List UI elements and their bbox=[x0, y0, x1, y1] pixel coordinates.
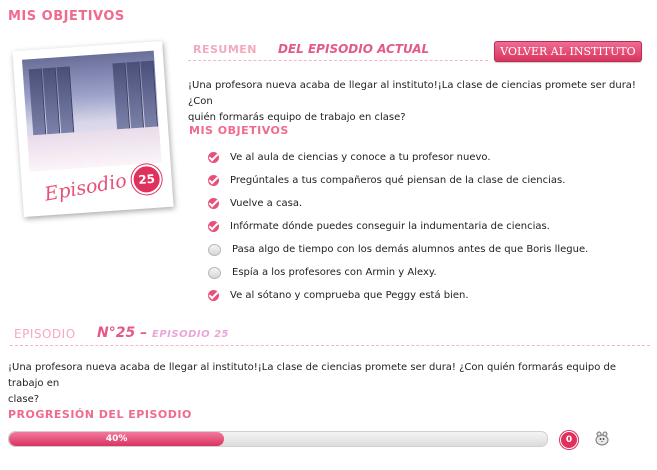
episode-number-badge: 25 bbox=[130, 163, 163, 196]
objective-text: Espía a los profesores con Armin y Alexy… bbox=[232, 267, 437, 278]
objective-text: Infórmate dónde puedes conseguir la indu… bbox=[230, 221, 550, 232]
progress-label: 40% bbox=[105, 434, 128, 444]
objectives-list: Ve al aula de ciencias y conoce a tu pro… bbox=[208, 146, 588, 307]
episode-word: Episodio bbox=[42, 169, 129, 206]
episode-text: ¡Una profesora nueva acaba de llegar al … bbox=[8, 362, 617, 405]
back-to-school-button[interactable]: VOLVER AL INSTITUTO bbox=[494, 41, 642, 62]
episode-label: EPISODIO bbox=[14, 327, 76, 341]
unchecked-radio-icon bbox=[208, 266, 221, 279]
hallway-photo bbox=[21, 50, 162, 172]
objective-item: Pasa algo de tiempo con los demás alumno… bbox=[208, 238, 588, 261]
progress-heading: PROGRESIÓN DEL EPISODIO bbox=[8, 408, 192, 421]
objective-item: Vuelve a casa. bbox=[208, 192, 588, 215]
episode-card: Episodio 25 bbox=[12, 40, 174, 218]
check-icon bbox=[208, 221, 219, 232]
objective-item: Ve al sótano y comprueba que Peggy está … bbox=[208, 284, 588, 307]
check-icon bbox=[208, 198, 219, 209]
objective-item: Infórmate dónde puedes conseguir la indu… bbox=[208, 215, 588, 238]
episode-subtitle: EPISODIO 25 bbox=[152, 329, 230, 340]
check-icon bbox=[208, 290, 219, 301]
objective-item: Ve al aula de ciencias y conoce a tu pro… bbox=[208, 146, 588, 169]
check-icon bbox=[208, 175, 219, 186]
objective-item: Pregúntales a tus compañeros qué piensan… bbox=[208, 169, 588, 192]
episode-divider bbox=[10, 345, 650, 346]
objective-text: Ve al aula de ciencias y conoce a tu pro… bbox=[230, 152, 491, 163]
summary-sublabel: DEL EPISODIO ACTUAL bbox=[278, 42, 430, 56]
progress-bar: 40% bbox=[8, 431, 548, 447]
count-badge: 0 bbox=[560, 431, 578, 449]
objectives-heading: MIS OBJETIVOS bbox=[189, 124, 289, 137]
summary-text: ¡Una profesora nueva acaba de llegar al … bbox=[188, 80, 636, 123]
episode-number: N°25 – bbox=[97, 325, 148, 341]
hamster-icon[interactable] bbox=[592, 428, 612, 448]
objective-text: Ve al sótano y comprueba que Peggy está … bbox=[230, 290, 469, 301]
objective-text: Pasa algo de tiempo con los demás alumno… bbox=[232, 244, 589, 255]
unchecked-radio-icon bbox=[208, 243, 221, 256]
check-icon bbox=[208, 152, 219, 163]
objective-text: Pregúntales a tus compañeros qué piensan… bbox=[230, 175, 566, 186]
objective-item: Espía a los profesores con Armin y Alexy… bbox=[208, 261, 588, 284]
objective-text: Vuelve a casa. bbox=[230, 198, 303, 209]
page-title: MIS OBJETIVOS bbox=[8, 9, 125, 24]
summary-divider bbox=[188, 60, 488, 61]
summary-label: RESUMEN bbox=[193, 43, 258, 56]
